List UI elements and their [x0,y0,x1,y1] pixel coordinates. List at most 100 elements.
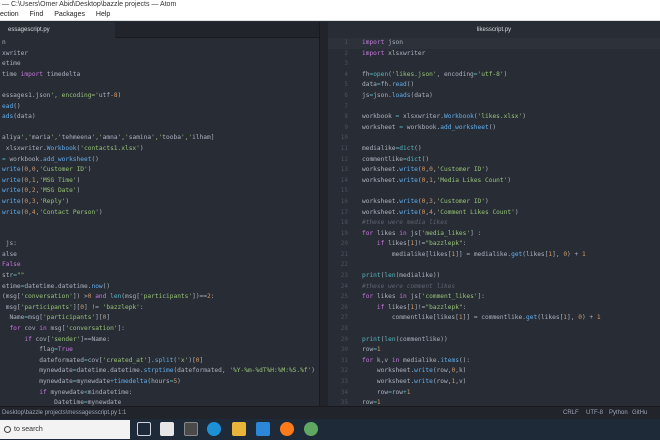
code-line[interactable]: 11 medialike=dict() [328,144,660,155]
code-line[interactable]: flag=True [0,345,319,356]
menu-item-help[interactable]: Help [96,11,110,18]
menu-item-packages[interactable]: Packages [54,11,85,18]
code-line[interactable]: mynewdate=mynewdate+timedelta(hours=5) [0,377,319,388]
code-line[interactable]: 9 worksheet = workbook.add_worksheet() [328,123,660,134]
code-line[interactable]: 17 worksheet.write(0,4,'Comment Likes Cou… [328,208,660,219]
code-line[interactable]: 14 worksheet.write(0,1,'Media Likes Count… [328,176,660,187]
code-line-text: fh=open('likes.json', encoding='utf-8') [362,70,508,78]
line-number: 11 [340,144,348,152]
code-line[interactable]: aliya','maria','tehmeena','amna','samina… [0,133,319,144]
code-line[interactable]: 18 #these were media likes [328,218,660,229]
code-line[interactable]: n [0,38,319,49]
code-line-text: worksheet.write(0,3,'Customer ID') [362,197,489,205]
code-line[interactable]: 34 row=row+1 [328,388,660,399]
code-line[interactable]: etime=datetime.datetime.now() [0,282,319,293]
code-line[interactable]: = workbook.add_worksheet() [0,155,319,166]
code-line[interactable]: ads(data) [0,112,319,123]
code-line[interactable]: if mynewdate<mindatetime: [0,388,319,399]
pane-divider[interactable] [320,22,328,406]
code-line[interactable]: 2 import xlsxwriter [328,49,660,60]
tab-messagesscript[interactable]: essagescript.py [0,22,115,38]
code-line[interactable] [0,123,319,134]
widgets-icon[interactable] [160,422,174,436]
menu-item-selection[interactable]: ection [0,11,19,18]
code-line[interactable]: 35 row=1 [328,398,660,406]
code-line[interactable]: 20 if likes[1]!="bazzlepk": [328,239,660,250]
code-line[interactable]: Datetime=mynewdate [0,398,319,406]
code-line[interactable]: 13 worksheet.write(0,0,'Customer ID') [328,165,660,176]
code-line[interactable]: 10 [328,133,660,144]
code-line[interactable]: 23 print(len(medialike)) [328,271,660,282]
code-line[interactable]: essages1.json', encoding='utf-8) [0,91,319,102]
tab-likesscript[interactable]: likesscript.py [328,22,660,38]
mail-icon[interactable] [256,422,270,436]
code-line[interactable]: 24 #these were comment likes [328,282,660,293]
video-app-icon[interactable] [184,422,198,436]
edge-icon[interactable] [207,422,221,436]
code-line[interactable]: write(0,0,'Customer ID') [0,165,319,176]
file-explorer-icon[interactable] [232,422,246,436]
code-line[interactable]: 4 fh=open('likes.json', encoding='utf-8') [328,70,660,81]
code-line[interactable]: 30 row=1 [328,345,660,356]
taskbar-search-box[interactable]: to search [0,420,130,439]
atom-icon[interactable] [304,422,318,436]
code-line[interactable]: ead() [0,102,319,113]
code-line[interactable]: 29 print(len(commentlike)) [328,335,660,346]
firefox-icon[interactable] [280,422,294,436]
code-line[interactable]: 21 medialike[likes[1]] = medialike.get(l… [328,250,660,261]
code-line[interactable]: 6 js=json.loads(data) [328,91,660,102]
line-number: 18 [340,219,348,227]
code-line-text: ead() [2,102,21,110]
code-line[interactable]: write(0,1,'MSG Time') [0,176,319,187]
code-line[interactable]: 19 for likes in js['media_likes'] : [328,229,660,240]
code-line[interactable]: 12 commentlike=dict() [328,155,660,166]
code-line[interactable]: time import timedelta [0,70,319,81]
code-line[interactable]: str="" [0,271,319,282]
code-line[interactable]: mynewdate=datetime.datetime.strptime(dat… [0,366,319,377]
code-line[interactable]: js: [0,239,319,250]
code-line[interactable]: for cov in msg['conversation']: [0,324,319,335]
code-line[interactable]: 33 worksheet.write(row,1,v) [328,377,660,388]
code-line-text: = workbook.add_worksheet() [2,155,99,163]
code-line[interactable]: xwriter [0,49,319,60]
line-number: 26 [340,303,348,311]
code-line[interactable]: 8 workbook = xlsxwriter.Workbook('likes.x… [328,112,660,123]
code-line[interactable]: write(0,3,'Reply') [0,197,319,208]
code-line[interactable]: dateformated=cov['created_at'].split('x'… [0,356,319,367]
line-number: 2 [344,49,348,57]
code-line[interactable]: if cov['sender']==Name: [0,335,319,346]
code-line[interactable]: 1 import json [328,38,660,49]
code-line[interactable]: msg['participants'][0] != 'bazzlepk': [0,303,319,314]
task-view-icon[interactable] [137,422,151,436]
line-number: 23 [340,272,348,280]
code-line[interactable]: Name=msg['participants'][0] [0,313,319,324]
code-line[interactable]: 16 worksheet.write(0,3,'Customer ID') [328,197,660,208]
code-line[interactable]: etime [0,59,319,70]
code-line-text: row=1 [362,399,381,406]
code-line[interactable]: False [0,260,319,271]
code-line[interactable] [0,80,319,91]
code-line[interactable] [0,229,319,240]
code-line-text: print(len(commentlike)) [362,335,448,343]
code-line[interactable]: 27 commentlike[likes[1]] = commentlike.g… [328,313,660,324]
code-line[interactable]: 32 worksheet.write(row,0,k) [328,366,660,377]
code-line[interactable]: xlsxwriter.Workbook('contacts1.xlsx') [0,144,319,155]
code-line[interactable]: 22 [328,260,660,271]
code-line[interactable]: alse [0,250,319,261]
code-line[interactable]: write(0,4,'Contact Person') [0,208,319,219]
right-code-area[interactable]: 1 import json 2 import xlsxwriter 3 4 fh=open(… [328,38,660,406]
code-line[interactable]: 3 [328,59,660,70]
menu-item-find[interactable]: Find [30,11,44,18]
code-line-text: for k,v in medialike.items(): [362,356,471,364]
code-line[interactable]: 7 [328,102,660,113]
code-line[interactable]: write(0,2,'MSG Date') [0,186,319,197]
left-code-area[interactable]: n xwriter etime time import timedelta essage… [0,38,319,406]
code-line[interactable]: 31 for k,v in medialike.items(): [328,356,660,367]
code-line[interactable]: (msg['conversation']) >0 and len(msg['pa… [0,292,319,303]
code-line[interactable] [0,218,319,229]
code-line[interactable]: 15 [328,186,660,197]
code-line[interactable]: 25 for likes in js['comment_likes']: [328,292,660,303]
code-line[interactable]: 26 if likes[1]!="bazzlepk": [328,303,660,314]
code-line[interactable]: 5 data=fh.read() [328,80,660,91]
code-line[interactable]: 28 [328,324,660,335]
